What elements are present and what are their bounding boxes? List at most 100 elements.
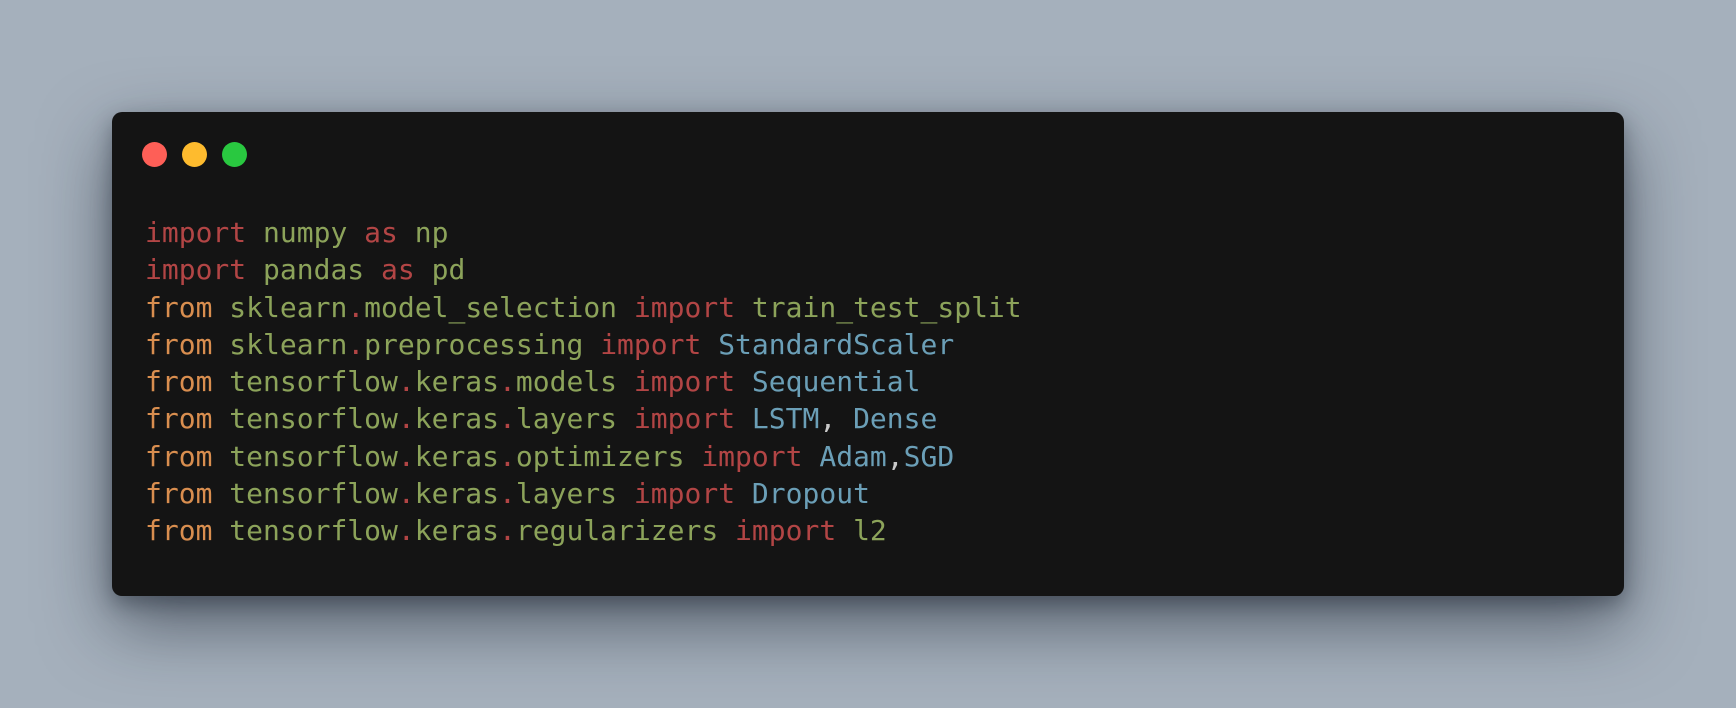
code-token-module: keras <box>414 365 500 399</box>
code-token-dot: . <box>397 365 415 399</box>
code-token-keyword: import <box>633 477 736 511</box>
code-line: from tensorflow.keras.layers import Drop… <box>145 475 1022 512</box>
code-token-from: from <box>145 514 213 548</box>
code-token-class: Dropout <box>751 477 870 511</box>
code-line: from sklearn.preprocessing import Standa… <box>145 326 1022 363</box>
code-token-module: sklearn <box>229 290 348 324</box>
code-line: import numpy as np <box>145 214 1022 251</box>
code-token-module: regularizers <box>515 514 719 548</box>
code-token-keyword: import <box>145 253 247 287</box>
code-token-module: keras <box>414 439 500 473</box>
code-token-from: from <box>145 402 213 436</box>
code-token-module: tensorflow <box>229 402 398 436</box>
close-button[interactable] <box>142 142 167 167</box>
code-line: from tensorflow.keras.layers import LSTM… <box>145 400 1022 437</box>
code-token-module: keras <box>414 402 500 436</box>
code-block: import numpy as np import pandas as pd fro… <box>145 214 1022 550</box>
code-token-class: Adam <box>819 439 887 473</box>
code-token-class: Dense <box>853 402 938 436</box>
code-token-module: keras <box>414 477 500 511</box>
code-token-from: from <box>145 290 213 324</box>
code-token-plain: , <box>886 439 904 473</box>
code-token-dot: . <box>397 402 415 436</box>
code-token-from: from <box>145 477 213 511</box>
code-token-module: tensorflow <box>229 439 398 473</box>
code-token-keyword: as <box>364 216 398 249</box>
code-token-keyword: import <box>633 365 736 399</box>
code-token-from: from <box>145 439 213 473</box>
maximize-button[interactable] <box>222 142 247 167</box>
code-token-dot: . <box>397 439 415 473</box>
code-token-keyword: import <box>145 216 247 249</box>
code-token-keyword: import <box>633 290 736 324</box>
code-token-keyword: import <box>600 327 702 361</box>
code-token-dot: . <box>499 439 516 473</box>
code-token-module: sklearn <box>229 327 348 361</box>
code-token-module: model_selection <box>364 290 618 324</box>
code-token-class: StandardScaler <box>718 327 955 361</box>
code-token-module: tensorflow <box>229 514 398 548</box>
code-token-dot: . <box>499 514 516 548</box>
code-line: from tensorflow.keras.models import Sequ… <box>145 363 1022 400</box>
code-token-keyword: import <box>735 514 837 548</box>
code-token-dot: . <box>347 327 365 361</box>
code-token-from: from <box>145 327 213 361</box>
code-token-keyword: import <box>633 402 736 436</box>
code-token-dot: . <box>499 477 516 511</box>
code-token-from: from <box>145 365 213 399</box>
minimize-button[interactable] <box>182 142 207 167</box>
code-token-module: optimizers <box>515 439 685 473</box>
code-token-module: layers <box>515 402 618 436</box>
code-token-module: train_test_split <box>751 290 1022 324</box>
code-line: from tensorflow.keras.optimizers import … <box>145 438 1022 475</box>
code-line: import pandas as pd <box>145 251 1022 288</box>
code-token-module: tensorflow <box>229 365 398 399</box>
code-token-keyword: import <box>701 439 803 473</box>
code-token-module: numpy <box>263 216 348 249</box>
code-window: import numpy as np import pandas as pd fro… <box>112 112 1624 596</box>
code-token-class: Sequential <box>751 365 921 399</box>
code-token-module: pandas <box>263 253 365 287</box>
code-token-module: preprocessing <box>364 327 584 361</box>
code-token-module: np <box>414 216 449 249</box>
code-token-module: l2 <box>853 514 887 548</box>
code-token-keyword: as <box>381 253 415 287</box>
code-line: from tensorflow.keras.regularizers impor… <box>145 512 1022 549</box>
code-token-module: layers <box>515 477 618 511</box>
code-token-dot: . <box>347 290 365 324</box>
code-token-dot: . <box>397 514 415 548</box>
code-token-module: keras <box>414 514 500 548</box>
window-controls <box>142 142 247 167</box>
code-token-module: tensorflow <box>229 477 398 511</box>
code-token-module: models <box>515 365 618 399</box>
code-token-dot: . <box>499 402 516 436</box>
code-token-dot: . <box>397 477 415 511</box>
code-token-dot: . <box>499 365 516 399</box>
